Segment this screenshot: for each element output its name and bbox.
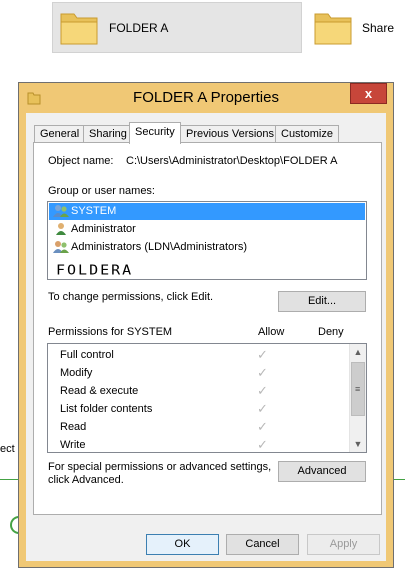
object-name-label: Object name: (48, 155, 114, 167)
background-divider (0, 479, 20, 480)
group-user-names-label: Group or user names: (48, 185, 155, 197)
users-group-icon (53, 204, 69, 221)
advanced-button[interactable]: Advanced (278, 461, 366, 482)
handwritten-annotation: FOLDERA (56, 261, 134, 279)
edit-button[interactable]: Edit... (278, 291, 366, 312)
allow-check-icon: ✓ (257, 419, 268, 434)
tab-general[interactable]: General (34, 125, 86, 143)
grip-icon: ≡ (355, 384, 361, 394)
permission-name: Read (60, 421, 87, 433)
permissions-header: Permissions for SYSTEM (48, 326, 173, 338)
permission-name: Full control (60, 349, 114, 361)
allow-check-icon: ✓ (257, 365, 268, 380)
tab-security[interactable]: Security (129, 122, 181, 144)
user-name: Administrator (71, 223, 136, 235)
allow-check-icon: ✓ (257, 401, 268, 416)
list-item[interactable]: SYSTEM (49, 203, 365, 220)
permission-name: Write (60, 439, 86, 451)
user-name: Administrators (LDN\Administrators) (71, 241, 248, 253)
share-folder-label: Share (362, 21, 395, 35)
list-item[interactable]: Administrators (LDN\Administrators) (49, 239, 365, 256)
object-name-value: C:\Users\Administrator\Desktop\FOLDER A (126, 155, 338, 167)
permissions-scrollbar[interactable]: ▲ ≡ ▼ (349, 344, 366, 452)
table-row: Full control ✓ (48, 346, 350, 364)
tab-customize[interactable]: Customize (275, 125, 339, 143)
table-row: Modify ✓ (48, 364, 350, 382)
permission-name: Modify (60, 367, 93, 379)
folder-icon (58, 6, 100, 51)
share-folder-icon[interactable] (312, 6, 354, 51)
tab-previous-versions[interactable]: Previous Versions (180, 125, 281, 143)
tab-sharing[interactable]: Sharing (83, 125, 133, 143)
users-group-icon (53, 240, 69, 257)
folder-a-label: FOLDER A (109, 21, 169, 35)
allow-check-icon: ✓ (257, 383, 268, 398)
special-permissions-text-2: click Advanced. (48, 474, 124, 486)
allow-check-icon: ✓ (257, 347, 268, 362)
title-bar[interactable]: FOLDER A Properties x (19, 83, 393, 113)
dialog-title: FOLDER A Properties (133, 89, 279, 106)
scroll-down-arrow-icon[interactable]: ▼ (350, 436, 366, 452)
permission-name: List folder contents (60, 403, 153, 415)
permission-name: Read & execute (60, 385, 139, 397)
allow-header: Allow (258, 326, 285, 338)
user-list[interactable]: SYSTEM Administrator Administrators (LDN… (47, 201, 367, 280)
allow-check-icon: ✓ (257, 437, 268, 452)
scroll-up-arrow-icon[interactable]: ▲ (350, 344, 366, 360)
table-row: Read & execute ✓ (48, 382, 350, 400)
apply-button[interactable]: Apply (307, 534, 380, 555)
user-name: SYSTEM (71, 205, 117, 217)
deny-header: Deny (318, 326, 344, 338)
special-permissions-text: For special permissions or advanced sett… (48, 461, 272, 473)
permissions-list[interactable]: Full control ✓ Modify ✓ Read & execute ✓… (47, 343, 367, 453)
properties-dialog: FOLDER A Properties x General Sharing Se… (18, 82, 394, 568)
dialog-client-area: General Sharing Security Previous Versio… (26, 113, 386, 561)
table-row: List folder contents ✓ (48, 400, 350, 418)
close-button[interactable]: x (350, 83, 387, 104)
user-icon (53, 222, 69, 239)
scrollbar-thumb[interactable]: ≡ (351, 362, 365, 416)
ok-button[interactable]: OK (146, 534, 219, 555)
close-icon: x (364, 86, 373, 101)
background-cut-text: ect (0, 443, 15, 455)
table-row: Write ✓ (48, 436, 350, 452)
cancel-button[interactable]: Cancel (226, 534, 299, 555)
list-item[interactable]: Administrator (49, 221, 365, 238)
security-tab-panel: Object name: C:\Users\Administrator\Desk… (33, 142, 382, 515)
change-permissions-text: To change permissions, click Edit. (48, 291, 214, 303)
table-row: Read ✓ (48, 418, 350, 436)
